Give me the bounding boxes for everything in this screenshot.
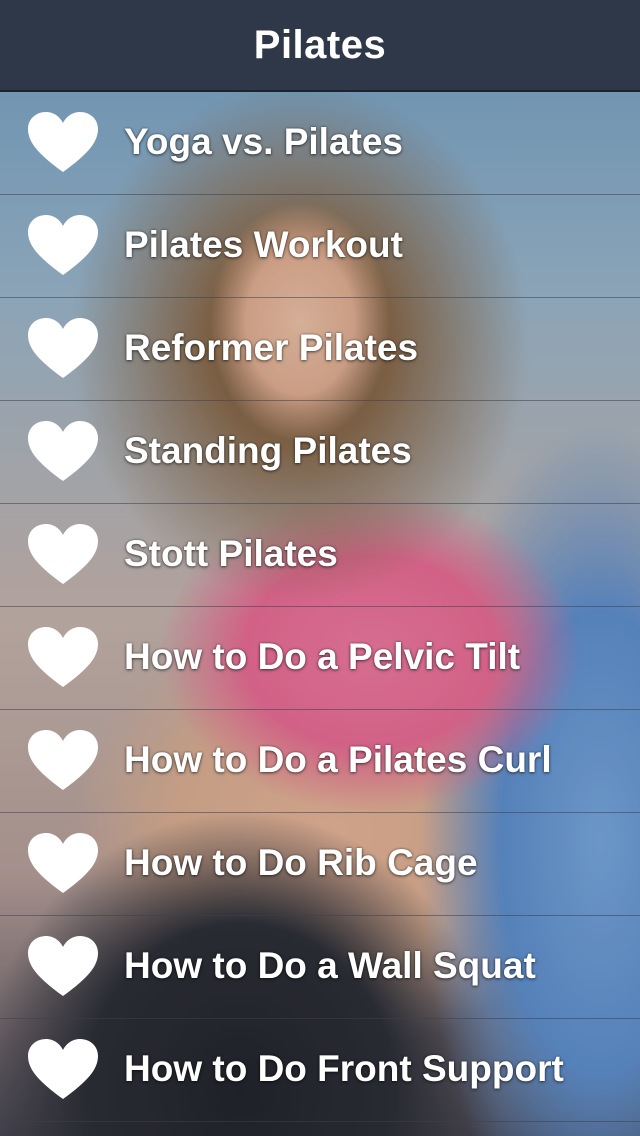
list-item[interactable]: Reformer Pilates <box>0 298 640 401</box>
list-item-label: How to Do Rib Cage <box>124 842 478 883</box>
list-item[interactable]: Stott Pilates <box>0 504 640 607</box>
app-header: Pilates <box>0 0 640 92</box>
list-item-label: How to Do a Pelvic Tilt <box>124 636 521 677</box>
list-item-label: Reformer Pilates <box>124 327 419 368</box>
list-item[interactable]: How to Do Front Support <box>0 1019 640 1122</box>
list-item-label: How to Do Front Support <box>124 1048 564 1089</box>
heart-icon <box>28 421 98 483</box>
app-screen: Pilates Yoga vs. Pilates Pilates Workout… <box>0 0 640 1136</box>
list-item[interactable]: Pilates Workout <box>0 195 640 298</box>
list-item[interactable]: Yoga vs. Pilates <box>0 92 640 195</box>
list-item-label: Standing Pilates <box>124 430 412 471</box>
heart-icon <box>28 833 98 895</box>
list-item-label: How to Do a Pilates Curl <box>124 739 552 780</box>
heart-icon <box>28 318 98 380</box>
heart-icon <box>28 215 98 277</box>
list-item[interactable]: How to Do a Wall Squat <box>0 916 640 1019</box>
heart-icon <box>28 1039 98 1101</box>
list-item[interactable]: Standing Pilates <box>0 401 640 504</box>
list-item[interactable]: How to Do a Pelvic Tilt <box>0 607 640 710</box>
list-item-label: Stott Pilates <box>124 533 338 574</box>
heart-icon <box>28 936 98 998</box>
page-title: Pilates <box>253 22 387 67</box>
list-item[interactable]: How to Do Rib Cage <box>0 813 640 916</box>
list-item-label: Yoga vs. Pilates <box>124 121 403 162</box>
list-item-label: Pilates Workout <box>124 224 403 265</box>
heart-icon <box>28 627 98 689</box>
topic-list: Yoga vs. Pilates Pilates Workout Reforme… <box>0 92 640 1122</box>
list-item-label: How to Do a Wall Squat <box>124 945 536 986</box>
heart-icon <box>28 730 98 792</box>
list-item[interactable]: How to Do a Pilates Curl <box>0 710 640 813</box>
heart-icon <box>28 524 98 586</box>
heart-icon <box>28 112 98 174</box>
